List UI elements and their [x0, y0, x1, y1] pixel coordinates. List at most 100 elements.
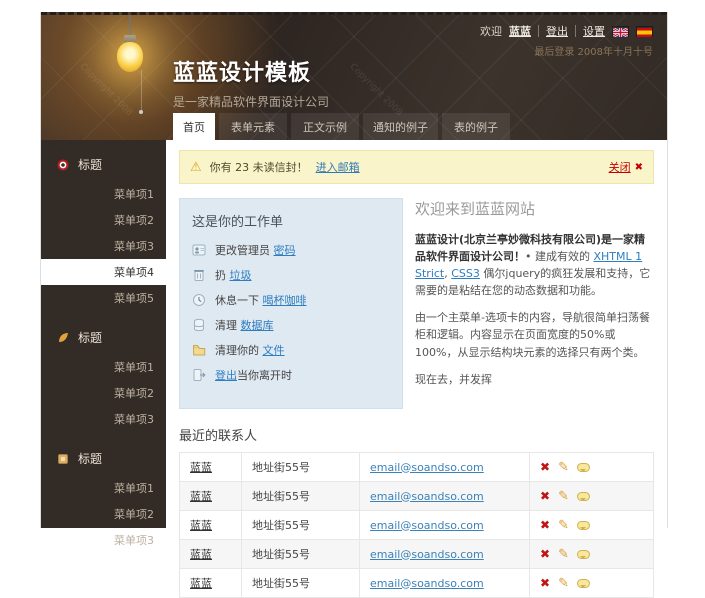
tab-text-example[interactable]: 正文示例 [291, 113, 359, 140]
username-link[interactable]: 蓝蓝 [509, 23, 531, 39]
table-row: 蓝蓝 地址街55号 email@soandso.com ✖✎ [180, 569, 654, 598]
todo-text: 扔 [215, 269, 226, 282]
sidebar2-item-menu1[interactable]: 菜单项1 [41, 354, 166, 380]
tab-form-elements[interactable]: 表单元素 [219, 113, 287, 140]
contact-name-link[interactable]: 蓝蓝 [190, 548, 212, 561]
cord-dot [139, 110, 143, 114]
site-title: 蓝蓝设计模板 [173, 55, 329, 87]
sidebar-section-1-title: 标题 [41, 148, 166, 181]
contact-name-link[interactable]: 蓝蓝 [190, 490, 212, 503]
todo-item: 登出当你离开时 [192, 367, 390, 383]
alert-text: 你有 23 未读信封！ [210, 159, 308, 175]
contact-address: 地址街55号 [242, 482, 360, 511]
edit-icon[interactable]: ✎ [558, 489, 569, 504]
todo-item: 休息一下 喝杯咖啡 [192, 292, 390, 308]
page-header: Copyright 2008 Copyright 2008 蓝蓝设计模板 是一家… [41, 12, 667, 140]
main-window: Copyright 2008 Copyright 2008 蓝蓝设计模板 是一家… [40, 12, 668, 528]
edit-icon[interactable]: ✎ [558, 576, 569, 591]
settings-link[interactable]: 设置 [583, 23, 605, 39]
trash-link[interactable]: 垃圾 [230, 269, 252, 282]
password-link[interactable]: 密码 [274, 244, 296, 257]
delete-icon[interactable]: ✖ [540, 576, 550, 590]
sidebar-item-menu1[interactable]: 菜单项1 [41, 181, 166, 207]
section-title-label: 标题 [78, 450, 102, 467]
contact-name-link[interactable]: 蓝蓝 [190, 577, 212, 590]
edit-icon[interactable]: ✎ [558, 460, 569, 475]
logout-link[interactable]: 登出 [546, 23, 568, 39]
comment-icon[interactable] [577, 463, 590, 472]
table-row: 蓝蓝 地址街55号 email@soandso.com ✖✎ [180, 511, 654, 540]
tab-notification-examples[interactable]: 通知的例子 [363, 113, 438, 140]
contact-email-link[interactable]: email@soandso.com [370, 577, 484, 590]
contacts-table: 蓝蓝 地址街55号 email@soandso.com ✖ ✎ 蓝蓝 地址街55号… [179, 452, 654, 598]
site-subtitle: 是一家精品软件界面设计公司 [173, 93, 329, 110]
uk-flag-icon[interactable] [612, 26, 629, 37]
contact-email-link[interactable]: email@soandso.com [370, 490, 484, 503]
sidebar2-item-menu3[interactable]: 菜单项3 [41, 406, 166, 432]
coffee-link[interactable]: 喝杯咖啡 [263, 294, 307, 307]
todo-item: 清理 数据库 [192, 317, 390, 333]
lifebuoy-icon [57, 159, 69, 171]
delete-icon[interactable]: ✖ [540, 547, 550, 561]
table-row: 蓝蓝 地址街55号 email@soandso.com ✖ ✎ [180, 482, 654, 511]
topbar: 欢迎 蓝蓝 登出 设置 [480, 23, 653, 39]
sidebar: 标题 菜单项1 菜单项2 菜单项3 菜单项4 菜单项5 标题 菜单项1 菜单项2… [41, 140, 166, 528]
goto-mailbox-link[interactable]: 进入邮箱 [316, 159, 360, 175]
last-login-text: 最后登录 2008年十月十号 [534, 43, 653, 58]
table-row: 蓝蓝 地址街55号 email@soandso.com ✖✎ [180, 540, 654, 569]
contact-name-link[interactable]: 蓝蓝 [190, 461, 212, 474]
todo-item: 扔 垃圾 [192, 267, 390, 283]
clock-icon [192, 293, 206, 307]
close-x-icon[interactable]: ✖ [635, 162, 643, 173]
sidebar-item-menu4-active[interactable]: 菜单项4 [41, 259, 166, 285]
welcome-text: • 建成有效的 [525, 250, 593, 263]
comment-icon[interactable] [577, 579, 590, 588]
comment-icon[interactable] [577, 521, 590, 530]
delete-icon[interactable]: ✖ [540, 460, 550, 474]
edit-icon[interactable]: ✎ [558, 547, 569, 562]
welcome-heading: 欢迎来到蓝蓝网站 [415, 198, 654, 221]
sidebar-item-menu5[interactable]: 菜单项5 [41, 285, 166, 311]
divider [575, 25, 576, 37]
section-title-label: 标题 [78, 329, 102, 346]
box-icon [57, 453, 69, 465]
signout-link[interactable]: 登出 [215, 369, 237, 382]
contact-address: 地址街55号 [242, 453, 360, 482]
todo-item: 清理你的 文件 [192, 342, 390, 358]
close-link[interactable]: 关闭 [609, 159, 631, 175]
contact-name-link[interactable]: 蓝蓝 [190, 519, 212, 532]
tab-table-examples[interactable]: 表的例子 [442, 113, 510, 140]
contact-email-link[interactable]: email@soandso.com [370, 519, 484, 532]
welcome-paragraph-2: 由一个主菜单-选项卡的内容，导航很简单扫荡餐柜和逻辑。内容显示在页面宽度的50%… [415, 309, 654, 360]
main-content: ⚠ 你有 23 未读信封！ 进入邮箱 关闭 ✖ 这是你的工作单 更改管理员 密码 [166, 140, 667, 528]
todo-text: 休息一下 [215, 294, 259, 307]
sidebar2-item-menu2[interactable]: 菜单项2 [41, 380, 166, 406]
spain-flag-icon[interactable] [636, 26, 653, 37]
section-title-label: 标题 [78, 156, 102, 173]
contact-email-link[interactable]: email@soandso.com [370, 461, 484, 474]
bulb-cord-thin [141, 70, 142, 110]
sidebar3-item-menu2[interactable]: 菜单项2 [41, 501, 166, 527]
tab-home[interactable]: 首页 [173, 113, 215, 140]
worklist-title: 这是你的工作单 [192, 211, 390, 230]
comment-icon[interactable] [577, 492, 590, 501]
database-link[interactable]: 数据库 [241, 319, 274, 332]
contact-email-link[interactable]: email@soandso.com [370, 548, 484, 561]
tab-bar: 首页 表单元素 正文示例 通知的例子 表的例子 [173, 113, 510, 140]
edit-icon[interactable]: ✎ [558, 518, 569, 533]
css3-link[interactable]: CSS3 [451, 267, 480, 280]
welcome-label: 欢迎 [480, 23, 502, 39]
recent-contacts-section: 最近的联系人 蓝蓝 地址街55号 email@soandso.com ✖✎ 蓝蓝… [179, 425, 654, 598]
comment-icon[interactable] [577, 550, 590, 559]
sidebar-item-menu3[interactable]: 菜单项3 [41, 233, 166, 259]
sidebar3-item-menu3[interactable]: 菜单项3 [41, 527, 166, 553]
delete-icon[interactable]: ✖ [540, 489, 550, 503]
sidebar3-item-menu1[interactable]: 菜单项1 [41, 475, 166, 501]
todo-text: 当你离开时 [237, 369, 292, 382]
files-link[interactable]: 文件 [263, 344, 285, 357]
warning-icon: ⚠ [190, 160, 202, 175]
sidebar-item-menu2[interactable]: 菜单项2 [41, 207, 166, 233]
delete-icon[interactable]: ✖ [540, 518, 550, 532]
sidebar-section-3-title: 标题 [41, 442, 166, 475]
sidebar-section-2-title: 标题 [41, 321, 166, 354]
